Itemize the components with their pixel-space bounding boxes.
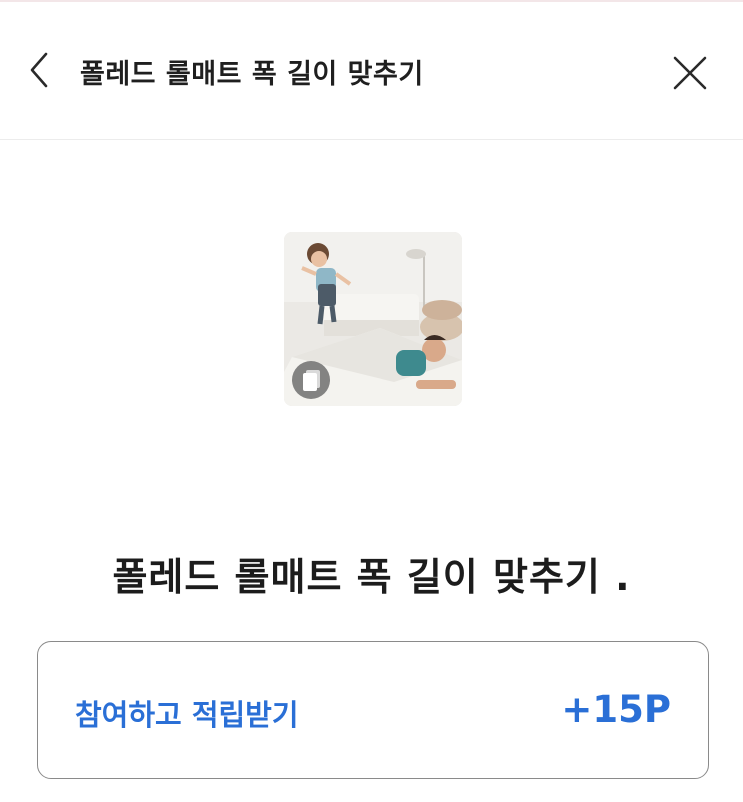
multi-image-icon — [303, 370, 320, 391]
chevron-left-icon — [30, 52, 48, 88]
reward-label: 참여하고 적립받기 — [75, 698, 299, 732]
reward-button[interactable]: 참여하고 적립받기 +15P — [37, 641, 709, 779]
multi-image-badge — [292, 361, 330, 399]
close-button[interactable] — [670, 53, 710, 93]
close-icon — [673, 56, 707, 90]
post-title: 폴레드 롤매트 폭 길이 맞추기 . — [112, 555, 631, 599]
reward-points: +15P — [561, 688, 671, 731]
header-bar: 폴레드 롤매트 폭 길이 맞추기 — [0, 2, 743, 140]
page: 폴레드 롤매트 폭 길이 맞추기 폴레드 롤매트 폭 길이 맞추기 . 참여하고… — [0, 0, 743, 802]
back-button[interactable] — [24, 50, 60, 90]
post-thumbnail[interactable] — [284, 232, 462, 406]
header-title: 폴레드 롤매트 폭 길이 맞추기 — [80, 59, 424, 90]
